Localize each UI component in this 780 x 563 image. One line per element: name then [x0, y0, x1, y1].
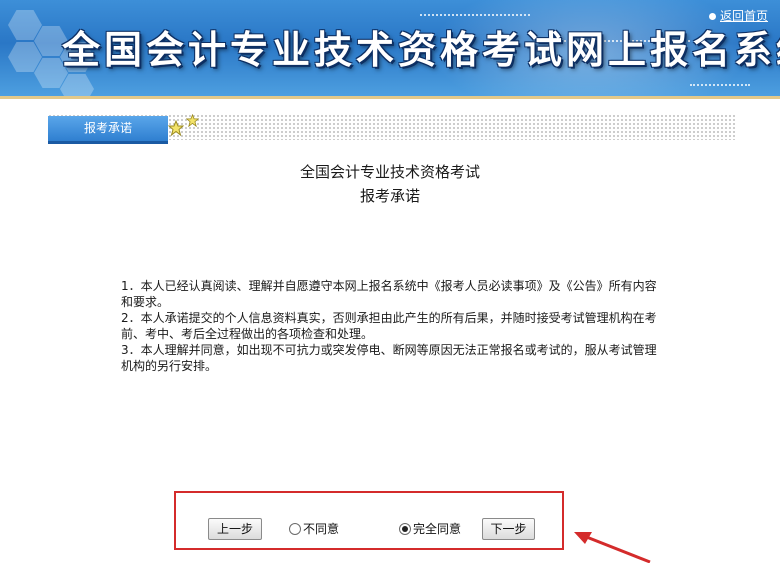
terms-line: 1．本人已经认真阅读、理解并自愿遵守本网上报名系统中《报考人员必读事项》及《公告…	[121, 279, 657, 293]
banner-hexagon	[8, 10, 42, 40]
header-banner: 全国会计专业技术资格考试网上报名系统 返回首页	[0, 0, 780, 96]
bullet-icon	[708, 13, 716, 20]
document-title: 全国会计专业技术资格考试	[299, 163, 480, 181]
disagree-radio[interactable]	[289, 523, 301, 535]
disagree-label: 不同意	[303, 522, 340, 536]
terms-line: 和要求。	[121, 295, 170, 309]
previous-step-button[interactable]: 上一步	[208, 518, 262, 540]
banner-dotted-line	[690, 84, 750, 86]
terms-line: 机构的另行安排。	[121, 359, 218, 373]
banner-dotted-line	[420, 14, 530, 16]
home-link-label: 返回首页	[719, 9, 768, 23]
agree-radio[interactable]	[399, 523, 411, 535]
agree-option[interactable]: 完全同意	[399, 521, 461, 537]
banner-divider	[0, 96, 780, 99]
section-tab-underline	[48, 141, 168, 144]
document-subtitle: 报考承诺	[359, 187, 420, 205]
banner-hexagon	[8, 42, 42, 72]
section-tab: 报考承诺	[48, 116, 168, 141]
agree-label: 完全同意	[413, 522, 462, 536]
home-link[interactable]: 返回首页	[708, 7, 768, 24]
site-title: 全国会计专业技术资格考试网上报名系统	[62, 27, 780, 72]
terms-line: 前、考中、考后全过程做出的各项检查和处理。	[121, 327, 374, 341]
terms-line: 2．本人承诺提交的个人信息资料真实，否则承担由此产生的所有后果，并随时接受考试管…	[121, 311, 657, 325]
terms-line: 3．本人理解并同意，如出现不可抗力或突发停电、断网等原因无法正常报名或考试的，服…	[121, 343, 657, 357]
annotation-arrow	[574, 532, 651, 563]
star-icon	[186, 114, 199, 127]
star-icon	[168, 120, 184, 136]
disagree-option[interactable]: 不同意	[289, 521, 339, 537]
terms-text: 1．本人已经认真阅读、理解并自愿遵守本网上报名系统中《报考人员必读事项》及《公告…	[121, 278, 666, 374]
next-step-button[interactable]: 下一步	[482, 518, 535, 540]
